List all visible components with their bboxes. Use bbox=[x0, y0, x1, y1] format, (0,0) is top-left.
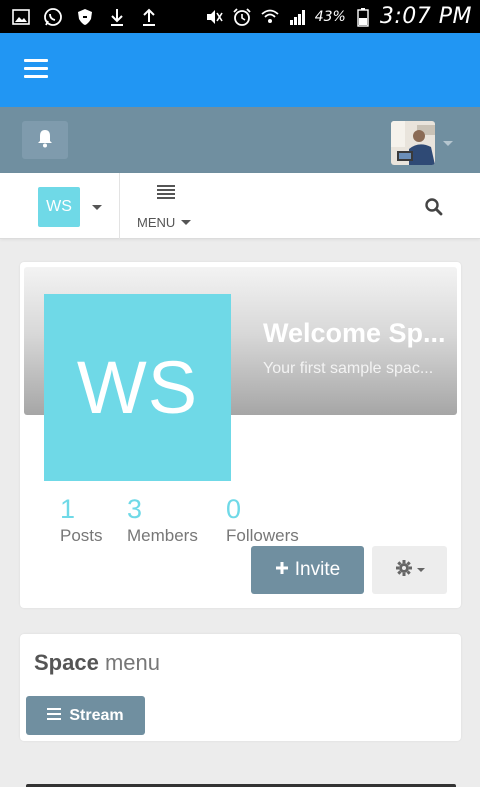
invite-label: Invite bbox=[294, 559, 341, 580]
chevron-down-icon bbox=[181, 220, 192, 225]
space-description: Your first sample spac... bbox=[263, 360, 434, 377]
clock-time: 3:07 PM bbox=[379, 4, 472, 29]
space-image[interactable]: WS bbox=[44, 294, 231, 481]
gallery-icon bbox=[10, 6, 32, 28]
chevron-down-icon[interactable] bbox=[443, 141, 453, 146]
whatsapp-icon bbox=[42, 6, 64, 28]
signal-icon bbox=[287, 6, 309, 28]
posts-count[interactable]: 1 bbox=[60, 494, 75, 525]
hamburger-menu-icon[interactable] bbox=[24, 59, 48, 81]
mute-icon bbox=[203, 6, 225, 28]
menu-dropdown[interactable]: MENU bbox=[137, 215, 192, 230]
menu-label: MENU bbox=[137, 215, 176, 230]
space-title[interactable]: Welcome Sp... bbox=[263, 318, 453, 349]
list-icon bbox=[47, 708, 62, 723]
members-label: Members bbox=[127, 526, 198, 545]
chevron-down-icon[interactable] bbox=[92, 205, 102, 210]
followers-count[interactable]: 0 bbox=[226, 494, 241, 525]
bell-icon bbox=[36, 128, 54, 153]
chevron-down-icon bbox=[416, 568, 425, 572]
battery-icon bbox=[352, 6, 374, 28]
space-chip[interactable]: WS bbox=[38, 187, 80, 227]
search-icon[interactable] bbox=[424, 197, 444, 217]
shield-icon bbox=[74, 6, 96, 28]
notifications-button[interactable] bbox=[22, 121, 68, 159]
stream-label: Stream bbox=[69, 706, 124, 724]
top-app-bar bbox=[0, 33, 480, 107]
status-bar: 43% 3:07 PM bbox=[0, 0, 480, 33]
posts-label: Posts bbox=[60, 526, 103, 545]
download-icon bbox=[106, 6, 128, 28]
alarm-icon bbox=[231, 6, 253, 28]
space-menu-heading: Space menu bbox=[34, 650, 160, 676]
members-count[interactable]: 3 bbox=[127, 494, 142, 525]
wifi-icon bbox=[259, 6, 281, 28]
upload-icon bbox=[138, 6, 160, 28]
stream-button[interactable]: Stream bbox=[26, 696, 145, 735]
plus-icon bbox=[275, 559, 289, 581]
space-menu-heading-light: menu bbox=[104, 650, 160, 675]
followers-label: Followers bbox=[226, 526, 299, 545]
user-avatar[interactable] bbox=[391, 121, 435, 165]
user-bar bbox=[0, 107, 480, 173]
space-menu-heading-bold: Space bbox=[34, 650, 99, 675]
menu-icon[interactable] bbox=[157, 185, 175, 199]
settings-dropdown-button[interactable] bbox=[372, 546, 447, 594]
divider bbox=[119, 173, 120, 239]
invite-button[interactable]: Invite bbox=[251, 546, 364, 594]
gear-icon bbox=[395, 559, 413, 582]
battery-percent: 43% bbox=[314, 8, 346, 25]
